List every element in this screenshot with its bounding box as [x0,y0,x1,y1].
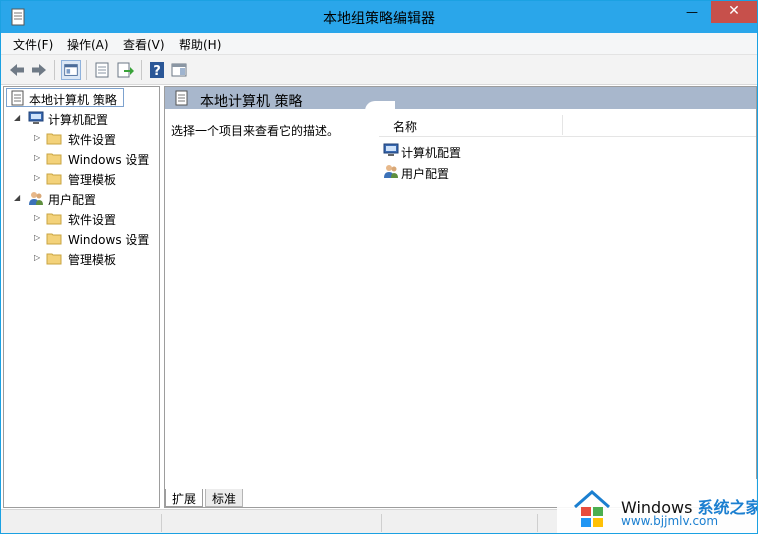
tree-item-software-settings[interactable]: ▷ 软件设置 [4,208,154,228]
gpedit-window: 本地组策略编辑器 — ✕ 文件(F) 操作(A) 查看(V) 帮助(H) ? 本… [0,0,758,534]
collapse-arrow-icon[interactable]: ▷ [34,133,42,142]
folder-icon [46,213,62,225]
windows-house-logo-icon [574,489,610,527]
collapse-arrow-icon[interactable]: ▷ [34,173,42,182]
tab-extended[interactable]: 扩展 [165,489,204,507]
watermark-url: www.bjjmlv.com [621,514,719,528]
tree-item-label: 软件设置 [68,213,117,227]
computer-icon [383,143,399,156]
collapse-arrow-icon[interactable]: ▷ [34,233,42,242]
show-action-pane-icon[interactable] [169,60,189,80]
toolbar-separator [86,60,87,80]
expand-arrow-icon[interactable]: ◢ [14,193,22,202]
folder-icon [46,173,62,185]
show-hide-tree-icon[interactable] [61,60,81,80]
users-icon [384,165,398,178]
tree-item-software-settings[interactable]: ▷ 软件设置 [4,128,154,148]
menu-help[interactable]: 帮助(H) [179,36,221,53]
tab-standard[interactable]: 标准 [205,489,244,507]
list-item-label: 计算机配置 [401,146,462,160]
folder-icon [46,253,62,265]
menu-bar: 文件(F) 操作(A) 查看(V) 帮助(H) [1,33,757,55]
toolbar: ? [1,55,757,85]
tree-item-windows-settings[interactable]: ▷ Windows 设置 [4,228,154,248]
title-bar[interactable]: 本地组策略编辑器 — ✕ [1,1,757,33]
tree-item-label: 计算机配置 [48,113,109,127]
export-list-icon[interactable] [115,60,135,80]
folder-icon [46,153,62,165]
window-title: 本地组策略编辑器 [323,11,435,27]
details-pane: 本地计算机 策略 选择一个项目来查看它的描述。 名称 计算机配置 用户配置 扩展… [164,86,757,508]
tree-item-label: Windows 设置 [68,233,150,247]
toolbar-separator [141,60,142,80]
forward-arrow-icon[interactable] [29,60,49,80]
toolbar-separator [54,60,55,80]
list-item-computer-config[interactable]: 计算机配置 [383,141,583,161]
column-name-header[interactable]: 名称 [393,118,417,135]
svg-text:?: ? [153,64,161,79]
tree-item-label: 管理模板 [68,173,117,187]
tree-item-label: Windows 设置 [68,153,150,167]
menu-action[interactable]: 操作(A) [67,36,109,53]
status-separator [381,514,382,532]
properties-icon[interactable] [92,60,112,80]
tree-item-admin-templates[interactable]: ▷ 管理模板 [4,248,154,268]
tree-item-admin-templates[interactable]: ▷ 管理模板 [4,168,154,188]
minimize-button[interactable]: — [677,1,707,23]
folder-icon [46,133,62,145]
tree-item-label: 软件设置 [68,133,117,147]
tree-item-user-config[interactable]: ◢ 用户配置 [4,188,154,208]
details-title: 本地计算机 策略 [200,94,303,110]
tree-item-label: 管理模板 [68,253,117,267]
description-text: 选择一个项目来查看它的描述。 [171,124,340,138]
collapse-arrow-icon[interactable]: ▷ [34,213,42,222]
computer-icon [28,111,44,124]
item-list: 名称 计算机配置 用户配置 [375,109,756,487]
tree-item-label: 本地计算机 策略 [29,93,117,107]
collapse-arrow-icon[interactable]: ▷ [34,253,42,262]
console-tree: 本地计算机 策略 ◢ 计算机配置 ▷ 软件设置 ▷ Windows 设置 ▷ 管… [3,86,160,508]
close-button[interactable]: ✕ [711,1,757,23]
status-separator [537,514,538,532]
back-arrow-icon[interactable] [7,60,27,80]
users-icon [29,192,43,205]
tree-item-local-computer-policy[interactable]: 本地计算机 策略 [8,88,128,108]
tree-item-label: 用户配置 [48,193,97,207]
details-header: 本地计算机 策略 [165,87,756,110]
expand-arrow-icon[interactable]: ◢ [14,113,22,122]
column-divider[interactable] [562,115,563,135]
policy-document-icon [11,90,24,106]
menu-view[interactable]: 查看(V) [123,36,165,53]
policy-document-icon [175,90,188,106]
status-separator [161,514,162,532]
help-icon[interactable]: ? [147,60,167,80]
column-header: 名称 [379,113,756,137]
tree-item-computer-config[interactable]: ◢ 计算机配置 [4,108,154,128]
site-watermark: Windows 系统之家 www.bjjmlv.com [557,479,757,533]
list-item-user-config[interactable]: 用户配置 [383,162,583,182]
collapse-arrow-icon[interactable]: ▷ [34,153,42,162]
tree-item-windows-settings[interactable]: ▷ Windows 设置 [4,148,154,168]
folder-icon [46,233,62,245]
list-item-label: 用户配置 [401,167,450,181]
menu-file[interactable]: 文件(F) [13,36,53,53]
